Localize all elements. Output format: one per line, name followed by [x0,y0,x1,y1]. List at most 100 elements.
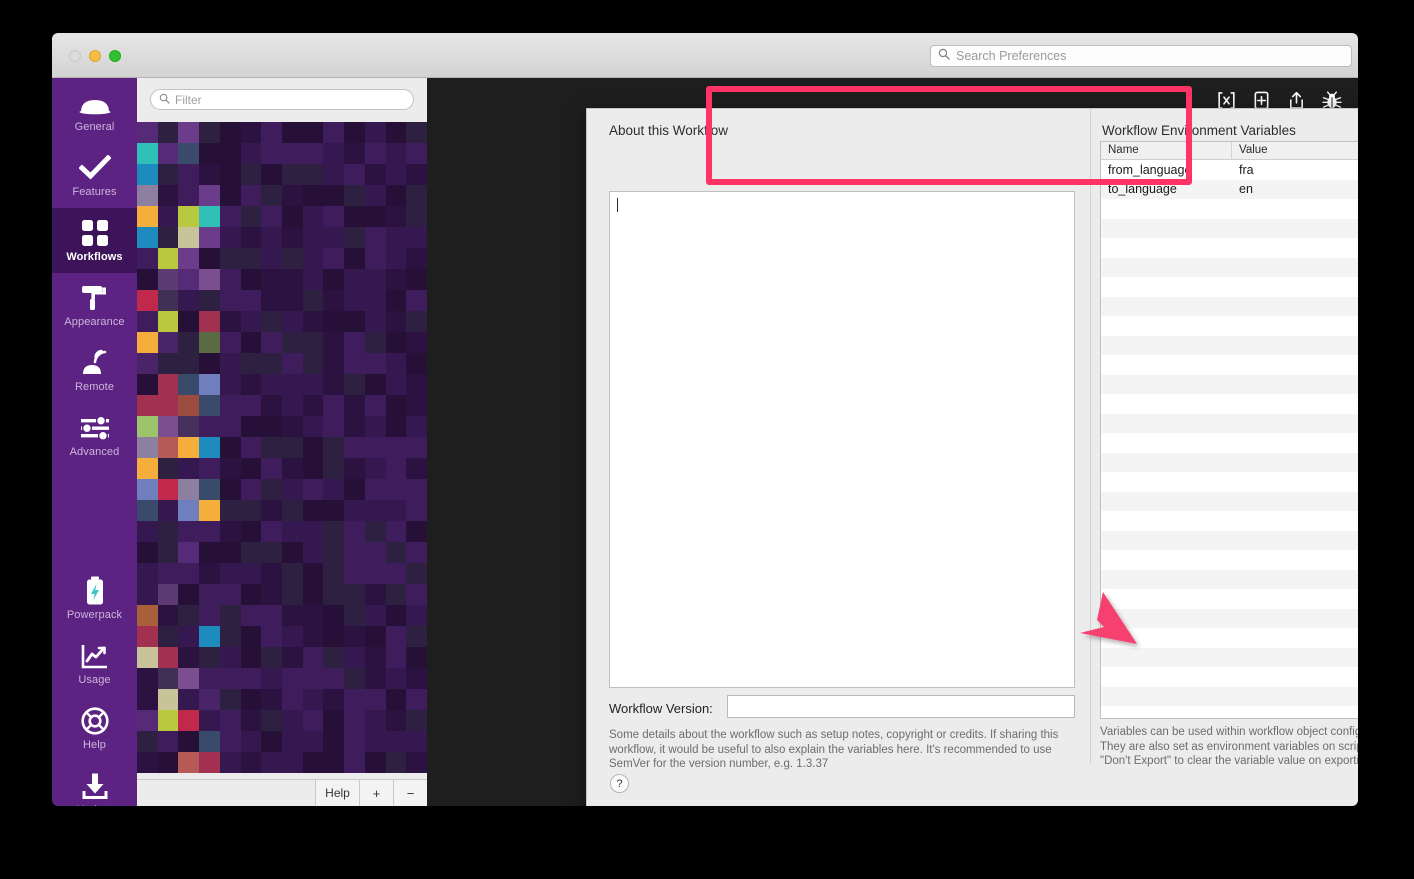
list-item[interactable] [137,332,427,353]
workflow-about-help-text: Some details about the workflow such as … [609,729,1059,770]
search-preferences-input[interactable]: Search Preferences [930,45,1352,67]
list-item[interactable] [137,521,427,542]
redacted-pixel [178,626,200,647]
redacted-pixel [385,752,407,773]
redacted-pixel [302,437,324,458]
redacted-pixel [406,752,427,773]
list-item[interactable] [137,374,427,395]
list-item[interactable] [137,689,427,710]
sidebar-item-general[interactable]: General [52,78,137,143]
redacted-pixel [219,563,241,584]
list-item[interactable] [137,248,427,269]
redacted-pixel [406,248,427,269]
sidebar-item-workflows[interactable]: Workflows [52,208,137,273]
redacted-pixel [302,731,324,752]
redacted-pixel [302,668,324,689]
redacted-pixel [364,185,386,206]
redacted-pixel [261,374,283,395]
list-item[interactable] [137,500,427,521]
maximize-window-button[interactable] [109,50,121,62]
redacted-pixel [157,227,179,248]
sidebar-item-usage[interactable]: Usage [52,631,137,696]
list-item[interactable] [137,605,427,626]
table-row[interactable]: from_language fra [1101,160,1358,180]
sidebar-item-powerpack[interactable]: Powerpack [52,566,137,631]
redacted-pixel [282,206,303,227]
redacted-pixel [178,584,200,605]
list-item[interactable] [137,479,427,500]
grid-squares-icon [81,218,109,248]
table-row[interactable]: to_language en [1101,179,1358,199]
list-item[interactable] [137,227,427,248]
list-item[interactable] [137,731,427,752]
list-item[interactable] [137,563,427,584]
redacted-pixel [240,668,262,689]
list-item[interactable] [137,710,427,731]
sidebar-item-remote[interactable]: Remote [52,338,137,403]
workflow-filter-input[interactable]: Filter [150,89,414,110]
redacted-pixel [344,605,365,626]
redacted-pixel [385,710,407,731]
list-item[interactable] [137,206,427,227]
about-this-workflow-textarea[interactable] [609,191,1075,688]
column-header-name[interactable]: Name [1101,142,1232,160]
sidebar-item-help[interactable]: Help [52,696,137,761]
list-item[interactable] [137,542,427,563]
list-item[interactable] [137,395,427,416]
redacted-pixel [323,479,345,500]
workflow-version-input[interactable] [727,695,1075,718]
sidebar-item-advanced[interactable]: Advanced [52,403,137,468]
cell-value[interactable]: fra [1232,163,1358,177]
list-item[interactable] [137,311,427,332]
cell-name[interactable]: from_language [1101,163,1232,177]
list-item[interactable] [137,416,427,437]
workflow-remove-button[interactable]: − [393,780,427,806]
redacted-pixel [219,248,241,269]
table-empty-row [1101,335,1358,355]
sheet-help-button[interactable]: ? [610,774,629,793]
list-item[interactable] [137,290,427,311]
minimize-window-button[interactable] [89,50,101,62]
cell-name[interactable]: to_language [1101,182,1232,196]
redacted-pixel [240,374,262,395]
list-item[interactable] [137,458,427,479]
redacted-pixel [219,710,241,731]
list-item[interactable] [137,584,427,605]
redacted-pixel [157,164,179,185]
list-item[interactable] [137,647,427,668]
redacted-pixel [282,710,303,731]
close-window-button[interactable] [69,50,81,62]
redacted-pixel [385,647,407,668]
redacted-pixel [385,437,407,458]
sidebar-item-appearance[interactable]: Appearance [52,273,137,338]
redacted-pixel [178,143,200,164]
workflow-add-button[interactable]: + [359,780,393,806]
sidebar-item-features[interactable]: Features [52,143,137,208]
list-item[interactable] [137,185,427,206]
redacted-pixel [385,290,407,311]
list-item[interactable] [137,626,427,647]
redacted-pixel [344,710,365,731]
workflow-help-button[interactable]: Help [315,780,359,806]
list-item[interactable] [137,122,427,143]
list-item[interactable] [137,164,427,185]
list-item[interactable] [137,143,427,164]
redacted-pixel [385,185,407,206]
list-item[interactable] [137,437,427,458]
list-item[interactable] [137,668,427,689]
column-header-value[interactable]: Value [1232,142,1358,160]
environment-variables-table[interactable]: Name Value Don't Export from_language fr… [1100,141,1358,719]
workflow-canvas[interactable]: About this Workflow Workflow Version: So… [427,78,1358,806]
redacted-pixel [199,605,220,626]
redacted-pixel [137,647,158,668]
sidebar-item-update[interactable]: Update [52,761,137,806]
list-item[interactable] [137,752,427,773]
list-item[interactable] [137,269,427,290]
redacted-pixel [282,605,303,626]
redacted-pixel [261,206,283,227]
redacted-pixel [137,395,158,416]
list-item[interactable] [137,353,427,374]
workflow-list-rows-redacted[interactable] [137,122,427,779]
cell-value[interactable]: en [1232,182,1358,196]
table-empty-row [1101,550,1358,570]
